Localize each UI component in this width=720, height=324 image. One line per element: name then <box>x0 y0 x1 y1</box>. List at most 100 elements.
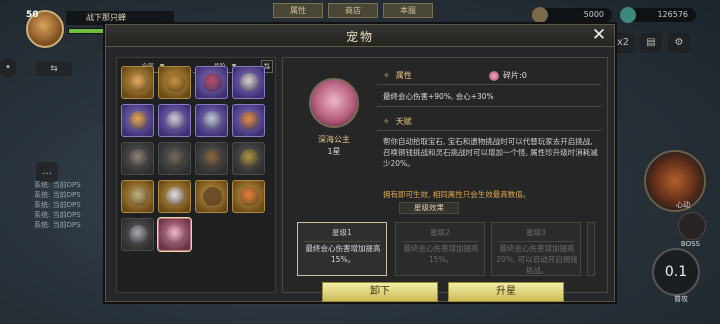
pet-icon <box>166 225 185 244</box>
auto-attack-button[interactable]: 0.1 <box>652 248 700 296</box>
diamond-icon: ✧ <box>383 71 390 80</box>
pet-grid-cell[interactable] <box>121 66 154 99</box>
star-card-title: 星级1 <box>304 227 380 242</box>
coin-icon <box>532 7 548 23</box>
star-card-desc: 最终会心伤害增加提高20%, 可以自动开启铜钱挑战。 <box>496 244 578 275</box>
combat-log-line: 系统: 当前DPS <box>34 181 81 189</box>
pet-grid-cell[interactable] <box>158 218 191 251</box>
pet-icon <box>166 187 185 206</box>
chat-icon[interactable]: ▤ <box>640 33 662 53</box>
attr-section-title: ✧ 属性 <box>383 70 412 81</box>
pet-icon <box>240 149 259 168</box>
pet-grid-cell[interactable] <box>158 142 191 175</box>
fragment-counter: 碎片:0 <box>489 70 527 81</box>
pet-grid-cell[interactable] <box>121 180 154 213</box>
pet-icon <box>240 111 259 130</box>
modal-title: 宠物 <box>345 30 374 44</box>
pet-name: 深海公主 <box>318 135 350 144</box>
pet-grid-cell[interactable] <box>195 180 228 213</box>
pet-list-panel: 全部▼ 品阶▼ ⇅ <box>116 57 276 293</box>
pet-icon <box>129 111 148 130</box>
player-level: 50 <box>26 10 39 20</box>
side-tab-icon-1[interactable]: ⇆ <box>36 62 72 76</box>
pet-icon <box>240 187 259 206</box>
pet-icon <box>203 111 222 130</box>
star-card-3[interactable]: 星级3 最终会心伤害增加提高20%, 可以自动开启铜钱挑战。 <box>491 222 581 276</box>
star-card-1[interactable]: 星级1 最终会心伤害增加提高15%。 <box>297 222 387 276</box>
gem-amount: 126576 <box>657 10 688 19</box>
tab-attributes[interactable]: 属性 <box>273 3 323 18</box>
pet-grid-cell[interactable] <box>232 180 265 213</box>
attr-text: 最终会心伤害+90%, 会心+30% <box>383 92 494 101</box>
pet-icon <box>240 73 259 92</box>
side-menu-icon[interactable]: • <box>0 58 16 78</box>
close-button[interactable]: ✕ <box>590 27 608 45</box>
combat-log-line: 系统: 当前DPS <box>34 201 81 209</box>
pet-grid-cell[interactable] <box>121 104 154 137</box>
pet-grid-cell[interactable] <box>232 142 265 175</box>
pet-grid-cell[interactable] <box>121 142 154 175</box>
gold-amount: 5000 <box>583 10 604 19</box>
talent-section-title: ✧ 天赋 <box>383 116 412 127</box>
combat-log-line: 系统: 当前DPS <box>34 211 81 219</box>
diamond-icon: ✧ <box>383 117 390 126</box>
gem-icon <box>620 7 636 23</box>
settings-gear-icon[interactable]: ⚙ <box>668 33 690 53</box>
pet-icon <box>203 73 222 92</box>
star-card-2[interactable]: 星级2 最终会心伤害增加提高15%。 <box>395 222 485 276</box>
pet-grid-cell[interactable] <box>195 66 228 99</box>
unequip-button[interactable]: 卸下 <box>322 282 438 302</box>
combat-log-line: 系统: 当前DPS <box>34 191 81 199</box>
pet-star-level: 1星 <box>327 147 341 156</box>
talent-text: 帮你自动拾取宝石, 宝石和遗物挑战时可以代替玩家去开启挑战, 召唤铜钱挑战和灵石… <box>383 137 598 168</box>
attr-title-label: 属性 <box>395 71 412 80</box>
star-card-desc: 最终会心伤害增加提高15%。 <box>305 244 381 264</box>
star-effect-title: 星级效果 <box>399 202 459 214</box>
pet-grid-cell[interactable] <box>158 66 191 99</box>
combat-log-line: 系统: 当前DPS <box>34 221 81 229</box>
auto-attack-label: 普攻 <box>674 295 688 303</box>
star-card-title: 星级2 <box>402 227 478 242</box>
heart-skill-button[interactable] <box>644 150 706 212</box>
fragment-count: 碎片:0 <box>503 71 527 80</box>
star-card-desc: 最终会心伤害增加提高15%。 <box>403 244 479 264</box>
pet-icon <box>129 73 148 92</box>
boss-label: BOSS <box>680 240 700 248</box>
talent-note: 拥有即可生效, 相同属性只会生效最高数值。 <box>383 190 531 199</box>
pet-icon <box>166 149 185 168</box>
speed-toggle[interactable]: x2 <box>612 33 634 53</box>
pet-grid-cell[interactable] <box>195 142 228 175</box>
skill-label: 心动 <box>676 201 690 209</box>
pet-grid-cell[interactable] <box>121 218 154 251</box>
pet-portrait <box>309 78 359 128</box>
tab-shop[interactable]: 商店 <box>328 3 378 18</box>
pet-grid-cell[interactable] <box>232 66 265 99</box>
star-card-4-partial[interactable] <box>587 222 595 276</box>
star-card-title: 星级3 <box>498 227 574 242</box>
pet-icon <box>203 187 222 206</box>
pet-grid-cell[interactable] <box>195 104 228 137</box>
player-name: 战下那只蝉 <box>66 11 174 25</box>
pet-icon <box>129 225 148 244</box>
pet-modal: 宠物 ✕ 全部▼ 品阶▼ ⇅ 深海公主 1星 ✧ 属性 碎片:0 最终会心伤害+9… <box>105 24 615 302</box>
pet-grid-cell[interactable] <box>158 104 191 137</box>
pet-icon <box>129 187 148 206</box>
upgrade-star-button[interactable]: 升星 <box>448 282 564 302</box>
pet-detail-panel: 深海公主 1星 ✧ 属性 碎片:0 最终会心伤害+90%, 会心+30% ✧ 天赋 … <box>282 57 608 293</box>
modal-header: 宠物 ✕ <box>106 25 614 47</box>
pet-grid-cell[interactable] <box>232 104 265 137</box>
fragment-icon <box>489 70 499 81</box>
talent-title-label: 天赋 <box>395 117 412 126</box>
gem-counter: 126576 <box>620 7 696 23</box>
tab-server[interactable]: 本服 <box>383 3 433 18</box>
gold-counter: 5000 <box>532 7 612 23</box>
pet-icon <box>166 73 185 92</box>
divider <box>377 106 601 107</box>
boss-button[interactable] <box>678 212 706 240</box>
message-icon[interactable]: … <box>36 162 58 182</box>
pet-icon <box>166 111 185 130</box>
divider <box>377 130 601 131</box>
divider <box>377 84 601 85</box>
pet-grid-cell[interactable] <box>158 180 191 213</box>
combat-log: 系统: 当前DPS 系统: 当前DPS 系统: 当前DPS 系统: 当前DPS … <box>34 180 114 230</box>
